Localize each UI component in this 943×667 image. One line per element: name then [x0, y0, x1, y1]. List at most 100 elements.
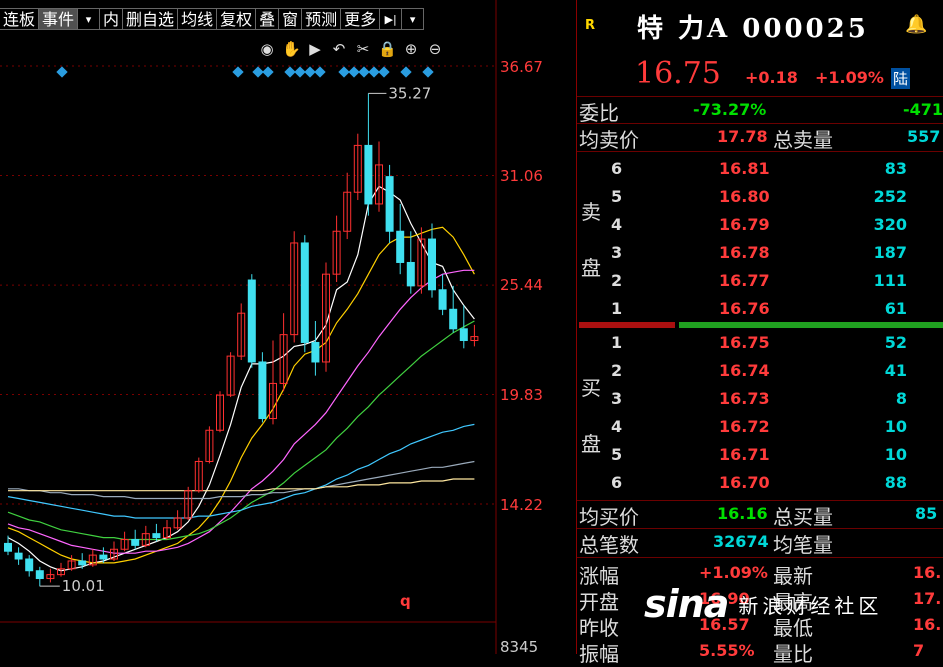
- candle-body: [459, 328, 468, 342]
- order-book-row[interactable]: 6 16.81 83: [577, 155, 943, 183]
- order-book-row[interactable]: 5 16.80 252: [577, 183, 943, 211]
- order-price: 16.77: [719, 271, 770, 290]
- order-level: 6: [611, 159, 623, 178]
- ratio-label: 委比: [579, 101, 619, 125]
- order-book-row[interactable]: 2 16.77 111: [577, 267, 943, 295]
- order-price: 16.71: [719, 445, 770, 464]
- toolbar-forecast-button[interactable]: 预测: [302, 8, 342, 30]
- kline-chart-panel[interactable]: 35.27 10.01 连板 事件 ▾ 内 删自选 均线 复权 叠 窗 预测 更多…: [0, 0, 576, 654]
- zoom-out-icon[interactable]: ⊖: [426, 40, 444, 58]
- price-change: +0.18: [745, 68, 798, 87]
- candle-body: [78, 560, 87, 566]
- hand-icon[interactable]: ✋: [282, 40, 301, 58]
- toolbar-more-button[interactable]: 更多: [341, 8, 381, 30]
- toolbar-remove-watchlist-button[interactable]: 删自选: [123, 8, 179, 30]
- lock-icon[interactable]: 🔒: [378, 40, 397, 58]
- event-marker-icon: [348, 66, 360, 78]
- avg-trade-label: 均笔量: [773, 533, 833, 557]
- trades-row: 总笔数 32674 均笔量: [577, 529, 943, 557]
- event-marker-icon: [368, 66, 380, 78]
- high-annotation: 35.27: [388, 84, 431, 102]
- event-marker-icon: [378, 66, 390, 78]
- order-volume: 10: [884, 417, 907, 436]
- avg-buy-row: 均买价 16.16 总买量 85: [577, 501, 943, 529]
- event-marker-icon: [314, 66, 326, 78]
- event-marker-icon: [422, 66, 434, 78]
- candle-body: [364, 144, 373, 205]
- toolbar-event-button[interactable]: 事件: [39, 8, 79, 30]
- toolbar-adjust-button[interactable]: 复权: [217, 8, 257, 30]
- stats-value: 16.: [913, 615, 942, 634]
- candle-body: [35, 570, 44, 580]
- stats-label: 昨收: [579, 616, 619, 640]
- eye-icon[interactable]: ◉: [258, 40, 276, 58]
- sina-watermark: sina 新浪财经社区: [644, 582, 882, 626]
- toolbar-event-dropdown[interactable]: ▾: [78, 8, 101, 30]
- toolbar-ma-button[interactable]: 均线: [178, 8, 218, 30]
- price-axis-label: 14.22: [500, 496, 543, 514]
- candle-body: [438, 289, 447, 310]
- order-book-row[interactable]: 2 16.74 41: [577, 357, 943, 385]
- stats-value: 7: [913, 641, 925, 660]
- total-buy-value: 85: [915, 504, 938, 523]
- order-book-row[interactable]: 3 16.73 8: [577, 385, 943, 413]
- undo-icon[interactable]: ↶: [330, 40, 348, 58]
- r-badge: R: [585, 18, 596, 33]
- order-level: 2: [611, 361, 623, 380]
- toolbar-inner-button[interactable]: 内: [100, 8, 124, 30]
- stats-label: 涨幅: [579, 564, 619, 588]
- order-volume: 52: [884, 333, 907, 352]
- zoom-in-icon[interactable]: ⊕: [402, 40, 420, 58]
- toolbar-more-dropdown[interactable]: ▾: [402, 8, 425, 30]
- toolbar-skip-end-button[interactable]: ▶|: [380, 8, 403, 30]
- order-volume: 41: [884, 361, 907, 380]
- price-axis-label: 25.44: [500, 276, 543, 294]
- toolbar-window-button[interactable]: 窗: [279, 8, 303, 30]
- order-level: 1: [611, 333, 623, 352]
- stats-label: 量比: [773, 642, 813, 666]
- toolbar-overlay-button[interactable]: 叠: [256, 8, 280, 30]
- play-icon[interactable]: ▶: [306, 40, 324, 58]
- sell-ratio-bar: [579, 322, 675, 328]
- avg-sell-row: 均卖价 17.78 总卖量 557: [577, 124, 943, 152]
- low-annotation: 10.01: [62, 577, 105, 595]
- ratio-row: 委比 -73.27% -471: [577, 97, 943, 125]
- toolbar-consecutive-limit-button[interactable]: 连板: [0, 8, 40, 30]
- event-marker-icon: [338, 66, 350, 78]
- order-book-row[interactable]: 6 16.70 88: [577, 469, 943, 497]
- watermark-text: 新浪财经社区: [738, 593, 883, 618]
- event-marker-icon: [232, 66, 244, 78]
- order-book-row[interactable]: 1 16.76 61: [577, 295, 943, 323]
- order-price: 16.72: [719, 417, 770, 436]
- order-price: 16.80: [719, 187, 770, 206]
- order-book-row[interactable]: 1 16.75 52: [577, 329, 943, 357]
- order-volume: 252: [873, 187, 907, 206]
- chart-tools: ◉ ✋ ▶ ↶ ✂ 🔒 ⊕ ⊖: [258, 40, 444, 58]
- cut-icon[interactable]: ✂: [354, 40, 372, 58]
- order-book-row[interactable]: 3 16.78 187: [577, 239, 943, 267]
- order-book-row[interactable]: 4 16.72 10: [577, 413, 943, 441]
- bell-icon[interactable]: 🔔: [905, 14, 927, 35]
- order-book-row[interactable]: 4 16.79 320: [577, 211, 943, 239]
- order-book-row[interactable]: 5 16.71 10: [577, 441, 943, 469]
- total-sell-value: 557: [907, 127, 941, 146]
- order-level: 3: [611, 389, 623, 408]
- ma-line-ma250: [8, 478, 475, 492]
- order-level: 1: [611, 299, 623, 318]
- price-axis-label: 31.06: [500, 167, 543, 185]
- market-badge: 陆: [891, 68, 911, 89]
- candle-body: [311, 341, 320, 363]
- kline-chart[interactable]: 35.27 10.01: [0, 0, 576, 654]
- ma-line-ma120: [8, 460, 475, 500]
- stats-value: 17.: [913, 589, 942, 608]
- chart-toolbar: 连板 事件 ▾ 内 删自选 均线 复权 叠 窗 预测 更多 ▶| ▾: [0, 8, 425, 32]
- divider-line: [577, 557, 943, 558]
- order-price: 16.79: [719, 215, 770, 234]
- avg-buy-value: 16.16: [717, 504, 768, 523]
- stats-label: 开盘: [579, 590, 619, 614]
- order-level: 4: [611, 215, 623, 234]
- order-price: 16.74: [719, 361, 770, 380]
- candle-body: [385, 176, 394, 232]
- ratio-pct: -73.27%: [693, 100, 767, 119]
- event-marker-icon: [252, 66, 264, 78]
